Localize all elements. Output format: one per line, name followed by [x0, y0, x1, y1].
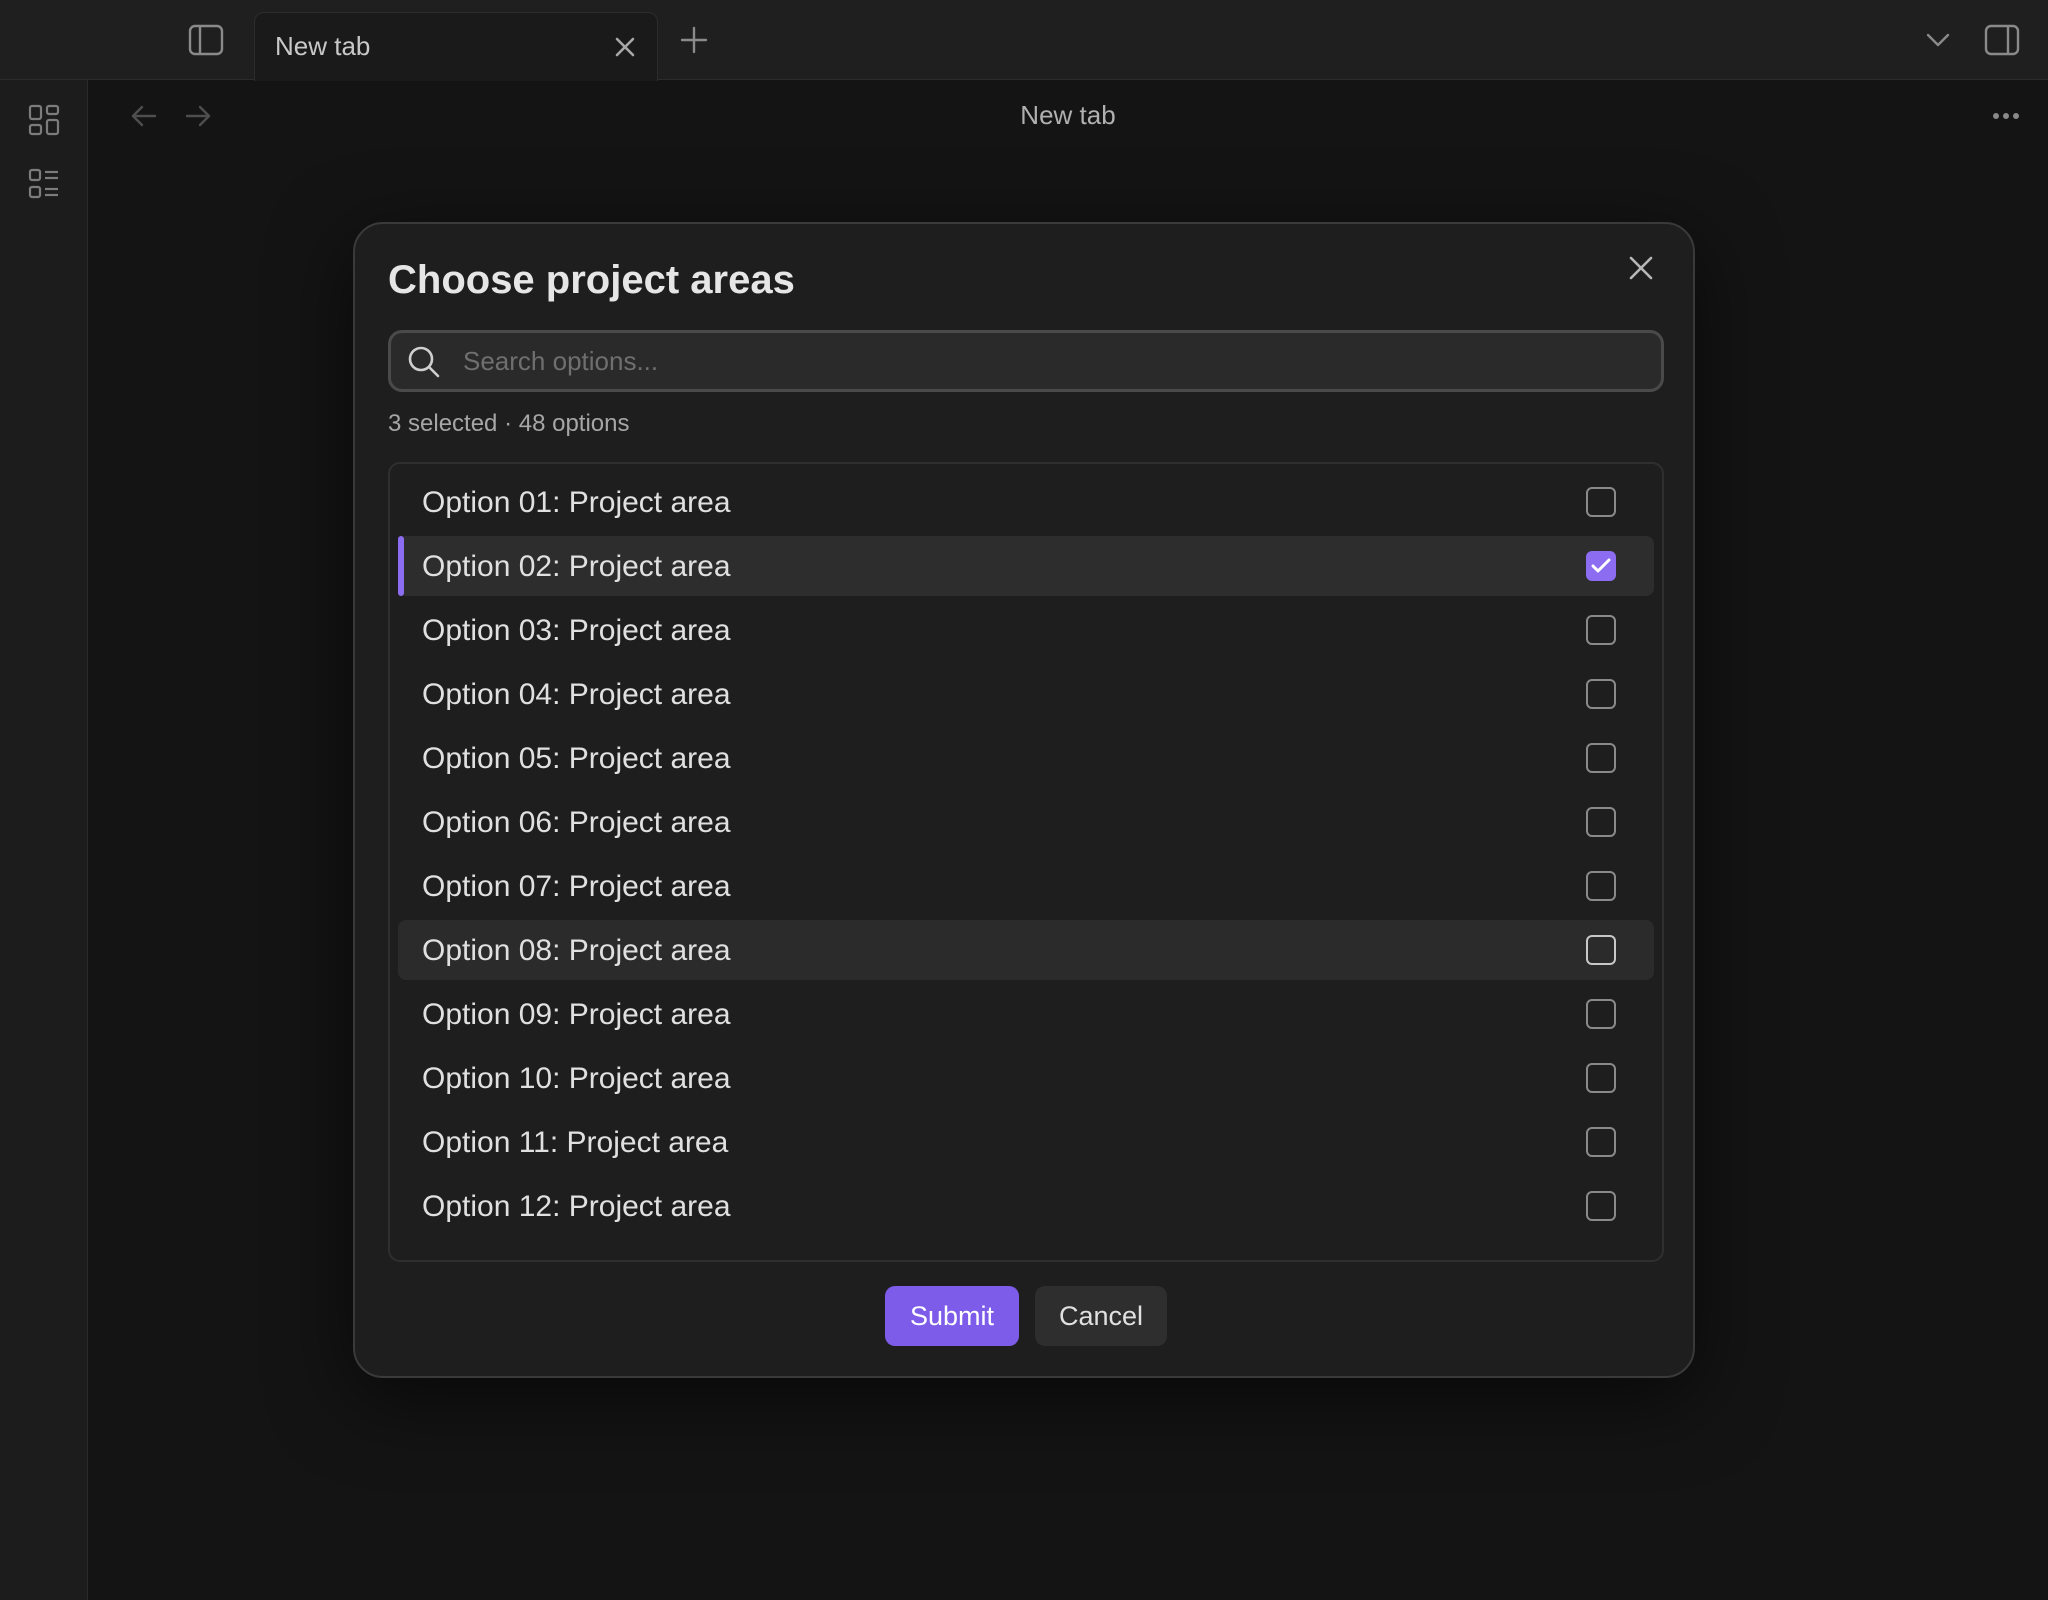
option-checkbox[interactable] [1586, 935, 1616, 965]
option-checkbox[interactable] [1586, 551, 1616, 581]
tab-new-tab[interactable]: New tab [254, 12, 658, 81]
list-item[interactable]: Option 01: Project area [398, 472, 1654, 532]
close-icon[interactable] [609, 31, 641, 63]
selection-summary: 3 selected · 48 options [388, 410, 630, 437]
option-label: Option 10: Project area [422, 1062, 731, 1095]
list-layout-icon[interactable] [22, 162, 66, 206]
cancel-button[interactable]: Cancel [1035, 1286, 1167, 1346]
option-label: Option 05: Project area [422, 742, 731, 775]
option-checkbox[interactable] [1586, 999, 1616, 1029]
list-item[interactable]: Option 12: Project area [398, 1176, 1654, 1236]
option-label: Option 09: Project area [422, 998, 731, 1031]
option-checkbox[interactable] [1586, 1063, 1616, 1093]
sidebar-left-icon[interactable] [184, 20, 228, 60]
option-label: Option 12: Project area [422, 1190, 731, 1223]
plus-icon[interactable] [674, 20, 714, 60]
list-item[interactable]: Option 04: Project area [398, 664, 1654, 724]
view-title: New tab [1020, 100, 1116, 130]
list-item[interactable]: Option 02: Project area [398, 536, 1654, 596]
search-icon [405, 343, 443, 381]
option-label: Option 04: Project area [422, 678, 731, 711]
tab-bar: New tab [0, 0, 2048, 81]
submit-button[interactable]: Submit [885, 1286, 1019, 1346]
left-ribbon [0, 80, 88, 1600]
list-item[interactable]: Option 09: Project area [398, 984, 1654, 1044]
option-label: Option 11: Project area [422, 1126, 729, 1159]
option-checkbox[interactable] [1586, 743, 1616, 773]
list-item[interactable]: Option 10: Project area [398, 1048, 1654, 1108]
option-label: Option 02: Project area [422, 550, 731, 583]
option-label: Option 01: Project area [422, 486, 731, 519]
option-checkbox[interactable] [1586, 807, 1616, 837]
list-item[interactable]: Option 05: Project area [398, 728, 1654, 788]
option-list[interactable]: Option 01: Project area Option 02: Proje… [388, 462, 1664, 1262]
option-label: Option 03: Project area [422, 614, 731, 647]
option-checkbox[interactable] [1586, 487, 1616, 517]
grid-layout-icon[interactable] [22, 98, 66, 142]
option-checkbox[interactable] [1586, 871, 1616, 901]
choose-project-areas-modal: Choose project areas 3 selected · 48 opt… [353, 222, 1695, 1378]
modal-title: Choose project areas [388, 258, 795, 302]
option-label: Option 07: Project area [422, 870, 731, 903]
view-header: New tab [88, 80, 2048, 154]
option-checkbox[interactable] [1586, 679, 1616, 709]
search-box [388, 330, 1664, 392]
list-item[interactable]: Option 07: Project area [398, 856, 1654, 916]
list-item[interactable]: Option 08: Project area [398, 920, 1654, 980]
search-input[interactable] [461, 339, 1651, 383]
option-label: Option 06: Project area [422, 806, 731, 839]
sidebar-right-icon[interactable] [1980, 20, 2024, 60]
chevron-down-icon[interactable] [1918, 20, 1958, 60]
tab-title: New tab [275, 31, 371, 61]
list-item[interactable]: Option 11: Project area [398, 1112, 1654, 1172]
option-checkbox[interactable] [1586, 1191, 1616, 1221]
option-checkbox[interactable] [1586, 1127, 1616, 1157]
option-checkbox[interactable] [1586, 615, 1616, 645]
more-horizontal-icon[interactable] [1984, 96, 2028, 136]
list-item[interactable]: Option 06: Project area [398, 792, 1654, 852]
list-item[interactable]: Option 03: Project area [398, 600, 1654, 660]
close-icon[interactable] [1617, 244, 1665, 292]
option-label: Option 08: Project area [422, 934, 731, 967]
